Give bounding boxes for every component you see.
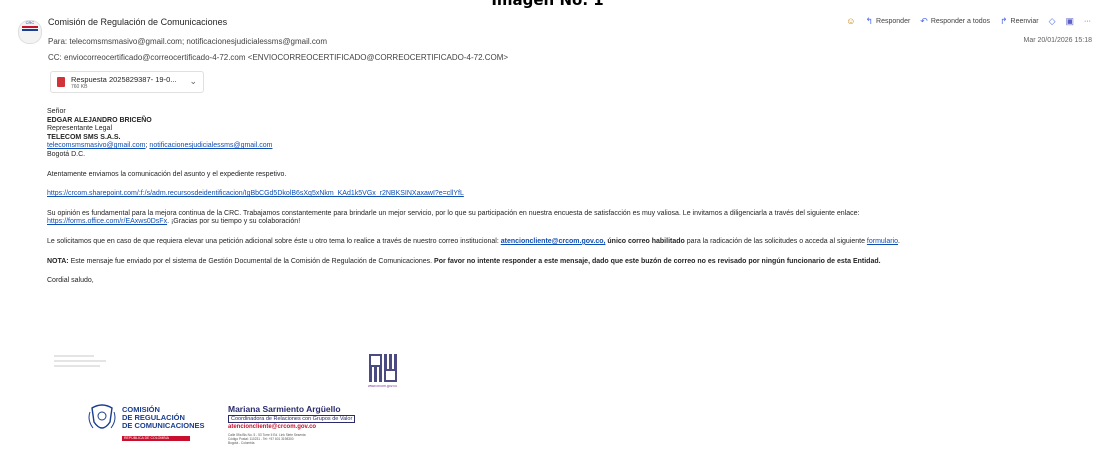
- sharepoint-paragraph: https://crcom.sharepoint.com/:f:/s/adm.r…: [47, 190, 1087, 199]
- reply-all-icon: ↶: [920, 16, 928, 26]
- emoji-icon: ☺: [846, 16, 856, 26]
- survey-link-line: https://forms.office.com/r/EAxws0DsFx. ¡…: [47, 218, 1087, 227]
- recipient-role: Representante Legal: [47, 125, 112, 133]
- qr-code-image: [369, 354, 397, 382]
- recipient-emails: telecomsmsmasivo@gmail.com; notificacion…: [47, 142, 1087, 151]
- city: Bogotá D.C.: [47, 150, 86, 158]
- signature-email[interactable]: atencioncliente@crcom.gov.co: [228, 424, 316, 430]
- emoji-react-button[interactable]: ☺: [846, 17, 855, 26]
- logo-line-3: DE COMUNICACIONES: [122, 421, 205, 431]
- contact-end: .: [898, 237, 900, 245]
- sent-date: Mar 20/01/2026 15:18: [1023, 37, 1093, 44]
- contact-paragraph: Le solicitamos que en caso de que requie…: [47, 238, 1087, 247]
- reply-all-button[interactable]: ↶ Responder a todos: [920, 17, 990, 26]
- more-icon: ···: [1084, 18, 1091, 25]
- email-link-2[interactable]: notificacionesjudicialessms@gmail.com: [149, 142, 272, 149]
- signature-role: Coordinadora de Relaciones con Grupos de…: [228, 415, 356, 423]
- to-line: Para: telecomsmsmasivo@gmail.com; notifi…: [48, 37, 327, 46]
- reply-icon: ↰: [865, 16, 874, 26]
- survey-thanks: . ¡Gracias por su tiempo y su colaboraci…: [167, 218, 301, 226]
- nota-label: NOTA:: [47, 257, 69, 265]
- cc-recipients[interactable]: enviocorreocertificado@correocertificado…: [64, 53, 508, 62]
- contact-text-a: Le solicitamos que en caso de que requie…: [47, 237, 501, 245]
- to-label: Para:: [48, 37, 68, 46]
- avatar-flag-bar-blue: [22, 29, 38, 31]
- signature-address: Calle 59a Bis No. 5 - 53 Torre II Ed. Li…: [228, 433, 306, 445]
- crc-logo-text: COMISIÓN DE REGULACIÓN DE COMUNICACIONES: [122, 405, 205, 431]
- pdf-file-icon: [57, 77, 65, 87]
- copilot-button[interactable]: ◇: [1049, 17, 1056, 26]
- document-heading: Imagen No. 1: [491, 0, 604, 9]
- recipient-name: EDGAR ALEJANDRO BRICEÑO: [47, 116, 152, 124]
- more-actions-button[interactable]: ···: [1084, 18, 1091, 25]
- contact-text-c: para la radicación de las solicitudes o …: [684, 237, 867, 245]
- chevron-down-icon[interactable]: ⌄: [189, 76, 197, 87]
- closing: Cordial saludo,: [47, 277, 94, 285]
- sender-avatar[interactable]: CRC: [18, 20, 42, 44]
- address-line-3: Bogotá - Colombia: [228, 441, 255, 445]
- forward-label: Reenviar: [1010, 18, 1039, 25]
- to-recipients[interactable]: telecomsmsmasivo@gmail.com; notificacion…: [69, 37, 327, 46]
- contact-text-b: único correo habilitado: [605, 237, 685, 245]
- nota-text-a: Este mensaje fue enviado por el sistema …: [68, 257, 435, 265]
- email-link-1[interactable]: telecomsmsmasivo@gmail.com: [47, 142, 146, 149]
- teams-button[interactable]: ▣: [1065, 17, 1074, 26]
- nota-text-b: Por favor no intente responder a este me…: [434, 257, 881, 265]
- attachment-card[interactable]: Respuesta 2025829387- 19-0... 760 KB ⌄: [50, 71, 204, 93]
- cc-line: CC: enviocorreocertificado@correocertifi…: [48, 53, 508, 62]
- sharepoint-link[interactable]: https://crcom.sharepoint.com/:f:/s/adm.r…: [47, 190, 464, 197]
- avatar-flag-bar: [22, 26, 38, 28]
- form-link[interactable]: formulario: [867, 238, 898, 245]
- republica-bar: REPÚBLICA DE COLOMBIA: [122, 436, 190, 441]
- reply-label: Responder: [876, 18, 911, 25]
- message-body: Señor EDGAR ALEJANDRO BRICEÑO Representa…: [47, 108, 1087, 286]
- survey-paragraph: Su opinión es fundamental para la mejora…: [47, 209, 860, 217]
- forms-link[interactable]: https://forms.office.com/r/EAxws0DsFx: [47, 218, 167, 225]
- avatar-text: CRC: [25, 20, 35, 25]
- copilot-icon: ◇: [1048, 16, 1056, 26]
- paragraph-intro: Atentamente enviamos la comunicación del…: [47, 170, 287, 178]
- salutation: Señor: [47, 108, 66, 115]
- cc-label: CC:: [48, 53, 62, 62]
- forward-button[interactable]: ↱ Reenviar: [1000, 17, 1039, 26]
- reply-all-label: Responder a todos: [930, 18, 990, 25]
- contact-email-link[interactable]: atencioncliente@crcom.gov.co,: [501, 238, 606, 245]
- reply-button[interactable]: ↰ Responder: [866, 17, 911, 26]
- nota-paragraph: NOTA: Este mensaje fue enviado por el si…: [47, 258, 1087, 267]
- message-actions-toolbar: ☺ ↰ Responder ↶ Responder a todos ↱ Reen…: [846, 17, 1091, 26]
- colombia-seal-icon: [88, 404, 116, 429]
- sender-name[interactable]: Comisión de Regulación de Comunicaciones: [48, 17, 227, 27]
- faded-signature-image: [54, 352, 106, 376]
- attachment-name: Respuesta 2025829387- 19-0...: [71, 75, 177, 84]
- forward-icon: ↱: [1000, 16, 1008, 26]
- signature-name: Mariana Sarmiento Argüello: [228, 404, 341, 414]
- attachment-size: 760 KB: [71, 84, 88, 90]
- qr-caption: www.crcom.gov.co: [368, 384, 397, 388]
- teams-icon: ▣: [1065, 16, 1074, 26]
- company-name: TELECOM SMS S.A.S.: [47, 133, 121, 141]
